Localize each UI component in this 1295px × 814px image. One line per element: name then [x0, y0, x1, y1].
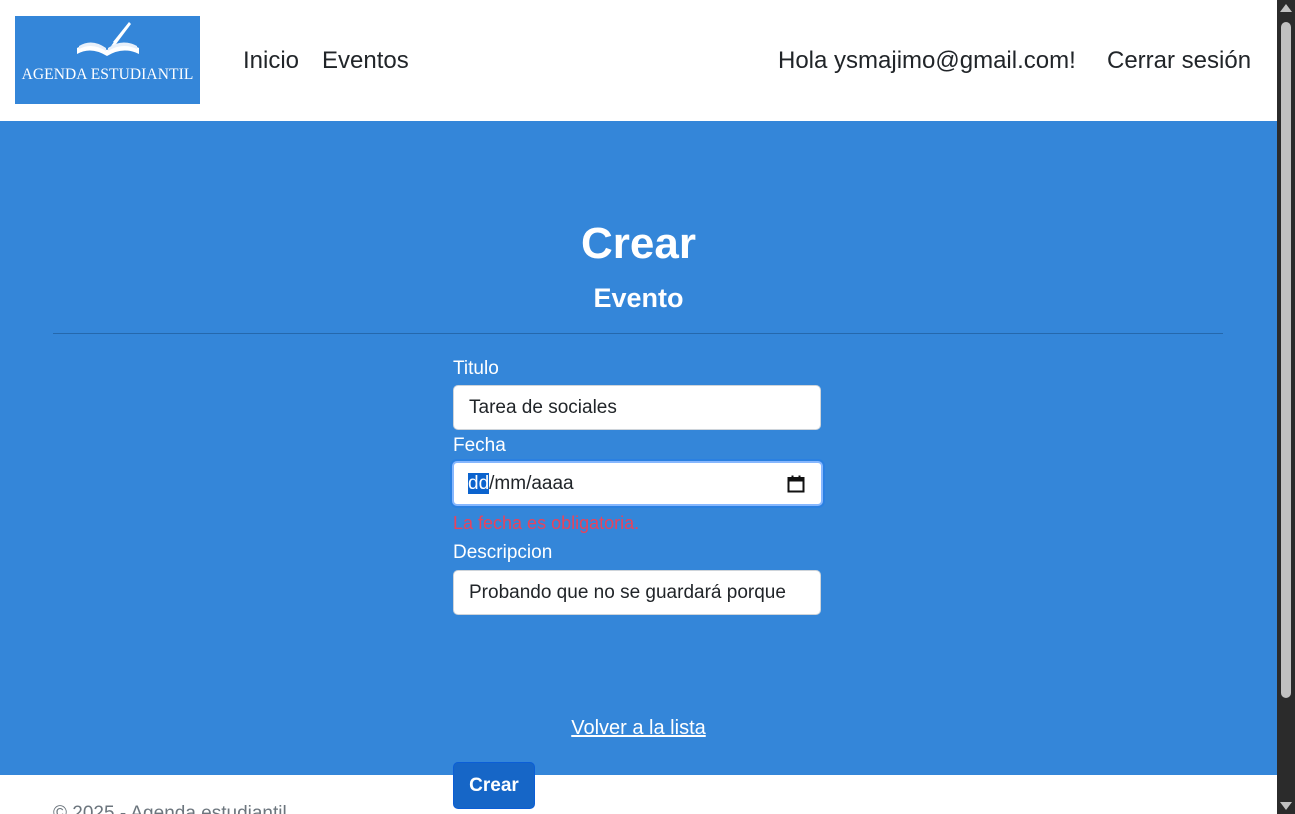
fecha-label: Fecha — [453, 435, 506, 456]
descripcion-label: Descripcion — [453, 542, 553, 563]
user-greeting-link[interactable]: Hola ysmajimo@gmail.com! — [778, 47, 1076, 75]
footer-text: © 2025 - Agenda estudiantil — [53, 803, 287, 814]
descripcion-input[interactable]: Probando que no se guardará porque — [453, 570, 821, 615]
calendar-icon[interactable] — [787, 475, 805, 493]
fecha-rest-segment[interactable]: /mm/aaaa — [489, 473, 573, 494]
titulo-label: Titulo — [453, 358, 499, 379]
scroll-up-arrow-icon[interactable] — [1280, 4, 1292, 12]
vertical-scrollbar[interactable] — [1277, 0, 1295, 814]
divider — [53, 333, 1223, 334]
crear-button[interactable]: Crear — [453, 762, 535, 809]
fecha-input[interactable]: dd/mm/aaaa — [452, 461, 823, 506]
navbar: AGENDA ESTUDIANTIL Inicio Eventos Hola y… — [0, 0, 1277, 121]
open-book-quill-icon — [77, 22, 139, 56]
logo[interactable]: AGENDA ESTUDIANTIL — [15, 16, 200, 104]
titulo-input[interactable]: Tarea de sociales — [453, 385, 821, 430]
logo-text: AGENDA ESTUDIANTIL — [21, 66, 194, 83]
nav-eventos-link[interactable]: Eventos — [322, 47, 409, 75]
nav-inicio-link[interactable]: Inicio — [243, 47, 299, 75]
main-section: Crear Evento Titulo Tarea de sociales Fe… — [0, 121, 1277, 809]
fecha-error-message: La fecha es obligatoria. — [453, 513, 640, 533]
page-subtitle: Evento — [593, 283, 684, 313]
scroll-down-arrow-icon[interactable] — [1280, 802, 1292, 810]
back-to-list-link[interactable]: Volver a la lista — [0, 716, 1277, 740]
scrollbar-thumb[interactable] — [1281, 22, 1291, 698]
fecha-day-segment[interactable]: dd — [468, 473, 490, 494]
page-title: Crear — [581, 219, 696, 268]
page: AGENDA ESTUDIANTIL Inicio Eventos Hola y… — [0, 0, 1277, 814]
logout-link[interactable]: Cerrar sesión — [1107, 47, 1251, 75]
